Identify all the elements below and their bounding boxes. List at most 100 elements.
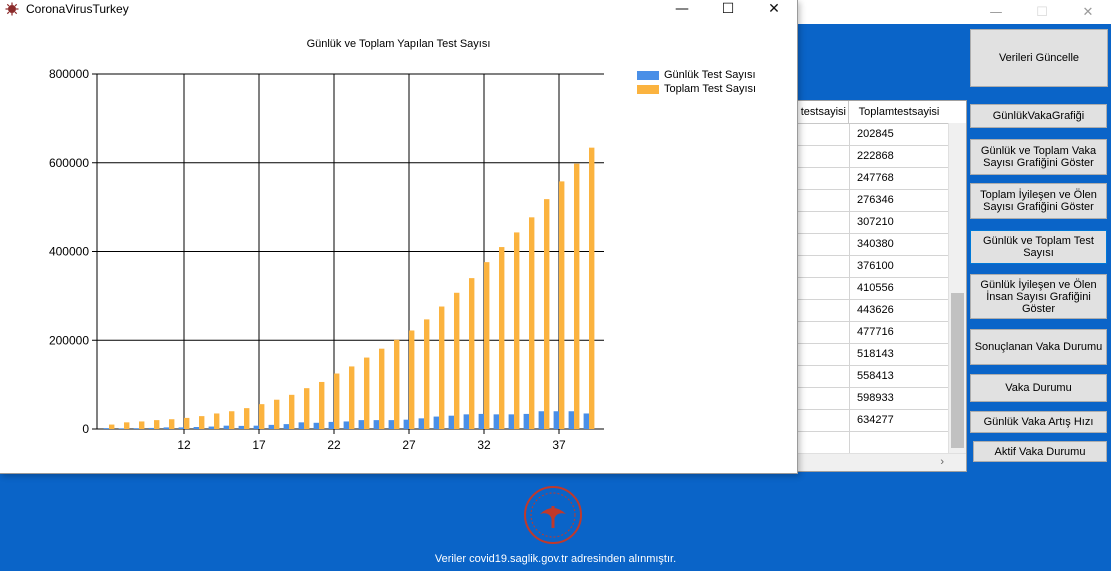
table-cell[interactable]: 222868 bbox=[857, 146, 894, 167]
bar-total-test bbox=[199, 416, 205, 429]
bar-daily-test bbox=[163, 427, 169, 429]
bar-daily-test bbox=[373, 420, 379, 429]
table-cell[interactable]: 276346 bbox=[857, 190, 894, 211]
bar-daily-test bbox=[103, 428, 109, 429]
grid-vertical-scrollbar[interactable] bbox=[948, 123, 966, 453]
bar-total-test bbox=[424, 319, 430, 429]
bar-daily-test bbox=[508, 414, 514, 429]
table-cell[interactable]: 598933 bbox=[857, 388, 894, 409]
bar-total-test bbox=[304, 388, 310, 429]
table-cell[interactable]: 202845 bbox=[857, 124, 894, 145]
legend-swatch-total bbox=[637, 84, 659, 94]
bar-daily-test bbox=[178, 427, 184, 429]
bar-daily-test bbox=[268, 424, 274, 429]
table-cell[interactable]: 443626 bbox=[857, 300, 894, 321]
bar-daily-test bbox=[133, 428, 139, 429]
x-tick-label: 27 bbox=[402, 438, 416, 452]
update-data-button[interactable]: Verileri Güncelle bbox=[970, 29, 1108, 87]
bar-total-test bbox=[349, 366, 355, 429]
legend-item-total: Toplam Test Sayısı bbox=[637, 82, 756, 96]
y-tick-label: 800000 bbox=[49, 67, 89, 81]
bar-total-test bbox=[244, 408, 250, 429]
bar-total-test bbox=[274, 399, 280, 429]
table-cell[interactable]: 634277 bbox=[857, 410, 894, 431]
chart-legend: Günlük Test Sayısı Toplam Test Sayısı bbox=[637, 68, 756, 96]
bar-daily-test bbox=[463, 414, 469, 429]
daily-case-chart-button[interactable]: GünlükVakaGrafiği bbox=[970, 104, 1107, 128]
table-cell[interactable]: 558413 bbox=[857, 366, 894, 387]
footer-source-text: Veriler covid19.saglik.gov.tr adresinden… bbox=[434, 553, 677, 565]
active-case-status-button[interactable]: Aktif Vaka Durumu bbox=[973, 441, 1107, 462]
bar-total-test bbox=[454, 292, 460, 429]
bar-daily-test bbox=[328, 421, 334, 429]
bar-daily-test bbox=[238, 425, 244, 429]
bar-daily-test bbox=[283, 424, 289, 429]
bar-daily-test bbox=[448, 415, 454, 429]
table-cell[interactable]: 247768 bbox=[857, 168, 894, 189]
ministry-logo-icon bbox=[524, 486, 582, 544]
bar-daily-test bbox=[208, 426, 214, 429]
bar-total-test bbox=[214, 413, 220, 429]
bar-daily-test bbox=[418, 418, 424, 429]
x-tick-label: 32 bbox=[477, 438, 491, 452]
y-tick-label: 200000 bbox=[49, 333, 89, 347]
grid-header-toplamtestsayisi[interactable]: Toplamtestsayisi bbox=[851, 101, 947, 123]
bar-daily-test bbox=[313, 422, 319, 429]
table-cell[interactable]: 376100 bbox=[857, 256, 894, 277]
bar-total-test bbox=[574, 163, 580, 429]
daily-recovered-dead-chart-button[interactable]: Günlük İyileşen ve Ölen İnsan Sayısı Gra… bbox=[970, 274, 1107, 319]
legend-label-total: Toplam Test Sayısı bbox=[664, 83, 757, 95]
bar-total-test bbox=[319, 381, 325, 429]
bar-total-test bbox=[439, 306, 445, 429]
bar-total-test bbox=[514, 232, 520, 429]
x-tick-label: 22 bbox=[327, 438, 341, 452]
bar-daily-test bbox=[433, 416, 439, 429]
bar-total-test bbox=[469, 278, 475, 429]
bar-total-test bbox=[169, 419, 175, 429]
bar-total-test bbox=[484, 262, 490, 429]
table-cell[interactable]: 340380 bbox=[857, 234, 894, 255]
bar-total-test bbox=[184, 417, 190, 429]
scroll-right-icon[interactable]: › bbox=[940, 454, 944, 471]
bar-total-test bbox=[259, 404, 265, 429]
table-cell[interactable]: 518143 bbox=[857, 344, 894, 365]
bar-total-test bbox=[364, 357, 370, 429]
bar-total-test bbox=[289, 394, 295, 429]
bar-daily-test bbox=[253, 425, 259, 429]
bar-total-test bbox=[394, 339, 400, 429]
main-close-button[interactable]: ✕ bbox=[1065, 0, 1111, 24]
legend-label-daily: Günlük Test Sayısı bbox=[664, 69, 756, 81]
bar-total-test bbox=[589, 147, 595, 429]
bar-daily-test bbox=[118, 428, 124, 429]
bar-daily-test bbox=[553, 411, 559, 429]
x-tick-label: 17 bbox=[252, 438, 266, 452]
bar-daily-test bbox=[523, 413, 529, 429]
bar-daily-test bbox=[478, 413, 484, 429]
bar-total-test bbox=[379, 348, 385, 429]
concluded-case-status-button[interactable]: Sonuçlanan Vaka Durumu bbox=[970, 329, 1107, 365]
bar-total-test bbox=[544, 199, 550, 429]
bar-daily-test bbox=[223, 425, 229, 429]
daily-case-increase-button[interactable]: Günlük Vaka Artış Hızı bbox=[970, 411, 1107, 433]
main-maximize-button: ☐ bbox=[1036, 4, 1048, 20]
daily-total-test-button[interactable]: Günlük ve Toplam Test Sayısı bbox=[970, 230, 1107, 264]
y-tick-label: 400000 bbox=[49, 245, 89, 259]
bar-total-test bbox=[334, 373, 340, 429]
bar-total-test bbox=[229, 411, 235, 429]
main-minimize-button[interactable]: — bbox=[973, 0, 1019, 24]
bar-daily-test bbox=[583, 413, 589, 429]
table-cell[interactable]: 477716 bbox=[857, 322, 894, 343]
bar-daily-test bbox=[568, 411, 574, 429]
table-cell[interactable]: 307210 bbox=[857, 212, 894, 233]
daily-total-case-chart-button[interactable]: Günlük ve Toplam Vaka Sayısı Grafiğini G… bbox=[970, 139, 1107, 175]
bar-total-test bbox=[109, 424, 115, 429]
bar-total-test bbox=[154, 420, 160, 429]
bar-total-test bbox=[124, 422, 130, 429]
recovered-dead-chart-button[interactable]: Toplam İyileşen ve Ölen Sayısı Grafiğini… bbox=[970, 183, 1107, 219]
table-cell[interactable]: 410556 bbox=[857, 278, 894, 299]
bar-total-test bbox=[529, 217, 535, 429]
scrollbar-thumb[interactable] bbox=[951, 293, 964, 448]
case-status-button[interactable]: Vaka Durumu bbox=[970, 374, 1107, 402]
bar-daily-test bbox=[403, 419, 409, 429]
bar-daily-test bbox=[298, 422, 304, 429]
